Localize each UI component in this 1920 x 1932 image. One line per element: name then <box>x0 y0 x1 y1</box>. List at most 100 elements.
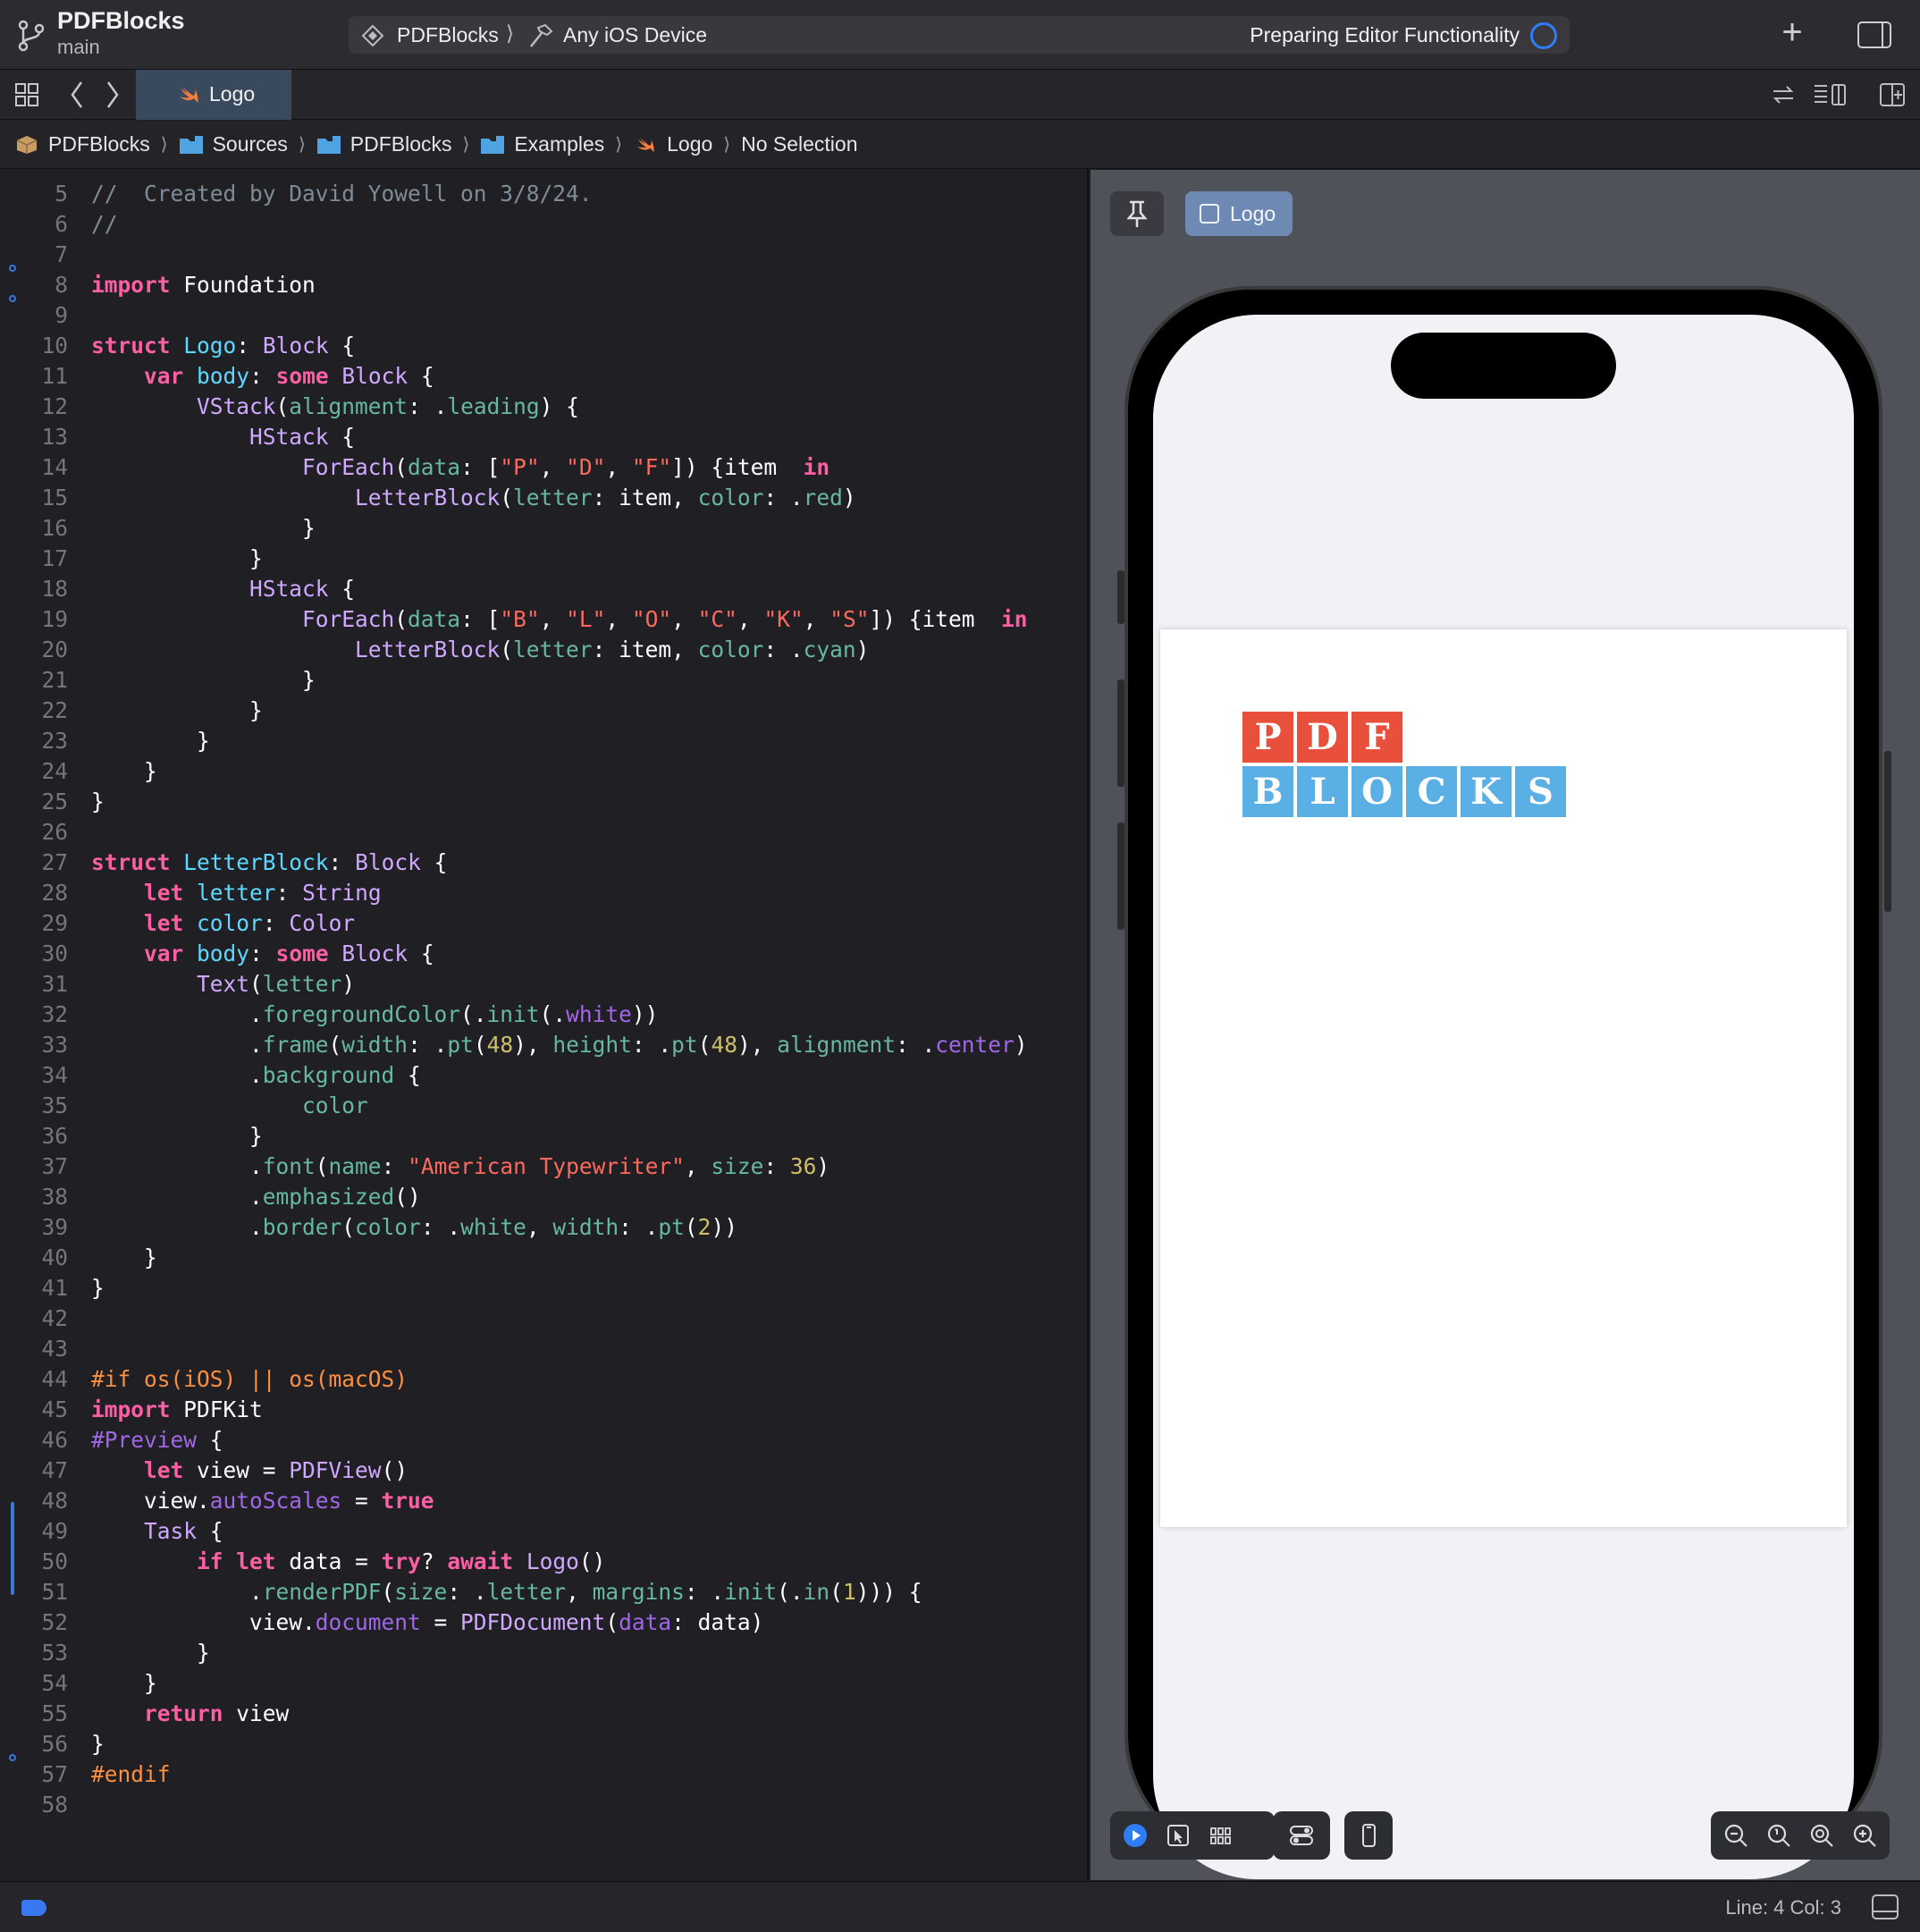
zoom-actual-icon[interactable] <box>1809 1823 1834 1848</box>
code-line: 16 } <box>0 513 1087 544</box>
settings-icon[interactable] <box>1289 1823 1314 1848</box>
back-chevron-icon[interactable] <box>68 79 86 111</box>
zoom-fit-icon[interactable] <box>1766 1823 1791 1848</box>
code-text: .border(color: .white, width: .pt(2)) <box>91 1214 737 1240</box>
phone-side-button <box>1117 679 1124 787</box>
zoom-out-icon[interactable] <box>1723 1823 1748 1848</box>
code-text: var body: some Block { <box>144 363 434 389</box>
line-number: 34 <box>41 1062 68 1088</box>
tab-bar: Logo <box>0 70 1920 120</box>
breadcrumb-item-selection[interactable]: No Selection <box>741 132 857 156</box>
line-number: 9 <box>55 302 68 328</box>
code-text: .foregroundColor(.init(.white)) <box>91 1001 659 1027</box>
folder-icon <box>481 135 505 154</box>
toggle-debug-area-icon[interactable] <box>1872 1894 1899 1919</box>
scheme-icon <box>361 24 384 47</box>
code-line: 46 #Preview { <box>0 1425 1087 1455</box>
line-number: 46 <box>41 1427 68 1453</box>
breadcrumb-label: PDFBlocks <box>48 132 150 156</box>
grid-icon[interactable] <box>14 82 39 107</box>
breadcrumb-label: Examples <box>514 132 605 156</box>
line-number: 30 <box>41 941 68 966</box>
code-line: 29 let color: Color <box>0 908 1087 939</box>
breadcrumb-item-examples[interactable]: Examples <box>480 132 604 156</box>
code-text: // Created by David Yowell on 3/8/24. <box>91 181 593 207</box>
add-editor-icon[interactable] <box>1879 82 1906 107</box>
select-icon[interactable] <box>1166 1823 1191 1848</box>
scheme-selector[interactable]: PDFBlocks <box>397 23 499 47</box>
swap-icon[interactable] <box>1770 82 1797 107</box>
device-frame: P D F B L O C K S <box>1124 286 1882 1879</box>
code-line: 58 <box>0 1790 1087 1820</box>
line-number: 37 <box>41 1153 68 1179</box>
line-number: 41 <box>41 1275 68 1301</box>
code-text: // <box>91 211 118 237</box>
pin-button[interactable] <box>1110 191 1164 236</box>
code-line: 13 HStack { <box>0 422 1087 452</box>
code-line: 36 } <box>0 1121 1087 1152</box>
code-text: .background { <box>91 1062 421 1088</box>
pdf-page: P D F B L O C K S <box>1160 629 1847 1527</box>
code-text: } <box>91 697 263 723</box>
forward-chevron-icon[interactable] <box>104 79 122 111</box>
project-name[interactable]: PDFBlocks <box>57 7 185 35</box>
line-number: 47 <box>41 1457 68 1483</box>
letter-block: B <box>1241 764 1295 819</box>
source-editor[interactable]: 5 // Created by David Yowell on 3/8/24. 6… <box>0 170 1089 1880</box>
tab-logo[interactable]: Logo <box>136 70 291 120</box>
line-number: 49 <box>41 1518 68 1544</box>
code-text: let view = PDFView() <box>144 1457 408 1483</box>
code-line: 8 import Foundation <box>0 270 1087 300</box>
code-line: 24 } <box>0 756 1087 787</box>
code-line: 37 .font(name: "American Typewriter", si… <box>0 1152 1087 1182</box>
branch-name[interactable]: main <box>57 36 100 59</box>
code-text: Text(letter) <box>197 971 356 997</box>
device-screen[interactable]: P D F B L O C K S <box>1153 315 1854 1879</box>
code-line: 38 .emphasized() <box>0 1182 1087 1212</box>
code-text: #Preview { <box>91 1427 223 1453</box>
play-icon[interactable] <box>1123 1823 1148 1848</box>
run-destination[interactable]: Any iOS Device <box>563 23 707 47</box>
code-line: 52 view.document = PDFDocument(data: dat… <box>0 1607 1087 1638</box>
code-line: 5 // Created by David Yowell on 3/8/24. <box>0 179 1087 209</box>
breadcrumb-item-sources[interactable]: Sources <box>179 132 288 156</box>
breadcrumb-separator: ⟩ <box>462 135 470 155</box>
line-number: 57 <box>41 1761 68 1787</box>
code-line: 23 } <box>0 726 1087 756</box>
activity-bar[interactable]: PDFBlocks ⟩ Any iOS Device Preparing Edi… <box>349 16 1570 54</box>
preview-tab-logo[interactable]: Logo <box>1185 191 1293 236</box>
variants-icon[interactable] <box>1208 1823 1234 1848</box>
code-line: 51 .renderPDF(size: .letter, margins: .i… <box>0 1577 1087 1607</box>
code-text: view.document = PDFDocument(data: data) <box>91 1609 764 1635</box>
breadcrumb-item-pdfblocks[interactable]: PDFBlocks <box>316 132 452 156</box>
code-text: .renderPDF(size: .letter, margins: .init… <box>91 1579 922 1605</box>
breadcrumb-item-logo[interactable]: Logo <box>633 132 712 156</box>
code-line: 40 } <box>0 1243 1087 1273</box>
code-line: 26 <box>0 817 1087 848</box>
code-text: LetterBlock(letter: item, color: .red) <box>355 485 856 510</box>
line-number: 32 <box>41 1001 68 1027</box>
line-number: 25 <box>41 789 68 814</box>
breadcrumb-separator: ⟩ <box>298 135 306 155</box>
line-number: 18 <box>41 576 68 602</box>
code-line: 15 LetterBlock(letter: item, color: .red… <box>0 483 1087 513</box>
code-line: 42 <box>0 1303 1087 1334</box>
code-text: import Foundation <box>91 272 316 298</box>
letter-block: O <box>1350 764 1404 819</box>
code-line: 21 } <box>0 665 1087 696</box>
code-text: ForEach(data: ["B", "L", "O", "C", "K", … <box>302 606 1028 632</box>
editor-options-icon[interactable] <box>1813 82 1848 107</box>
letter-block: F <box>1350 710 1404 764</box>
inspector-icon[interactable] <box>1857 21 1891 48</box>
activity-status: Preparing Editor Functionality <box>1250 23 1520 46</box>
letter-block: C <box>1404 764 1459 819</box>
code-line: 14 ForEach(data: ["P", "D", "F"]) {item … <box>0 452 1087 483</box>
code-line: 18 HStack { <box>0 574 1087 604</box>
zoom-in-icon[interactable] <box>1852 1823 1877 1848</box>
code-line: 34 .background { <box>0 1060 1087 1091</box>
plus-icon[interactable]: + <box>1774 14 1810 50</box>
preview-icon <box>1200 204 1219 224</box>
debug-area-icon[interactable] <box>21 1900 46 1916</box>
breadcrumb-item-project[interactable]: PDFBlocks <box>14 132 150 156</box>
device-icon[interactable] <box>1356 1823 1381 1848</box>
